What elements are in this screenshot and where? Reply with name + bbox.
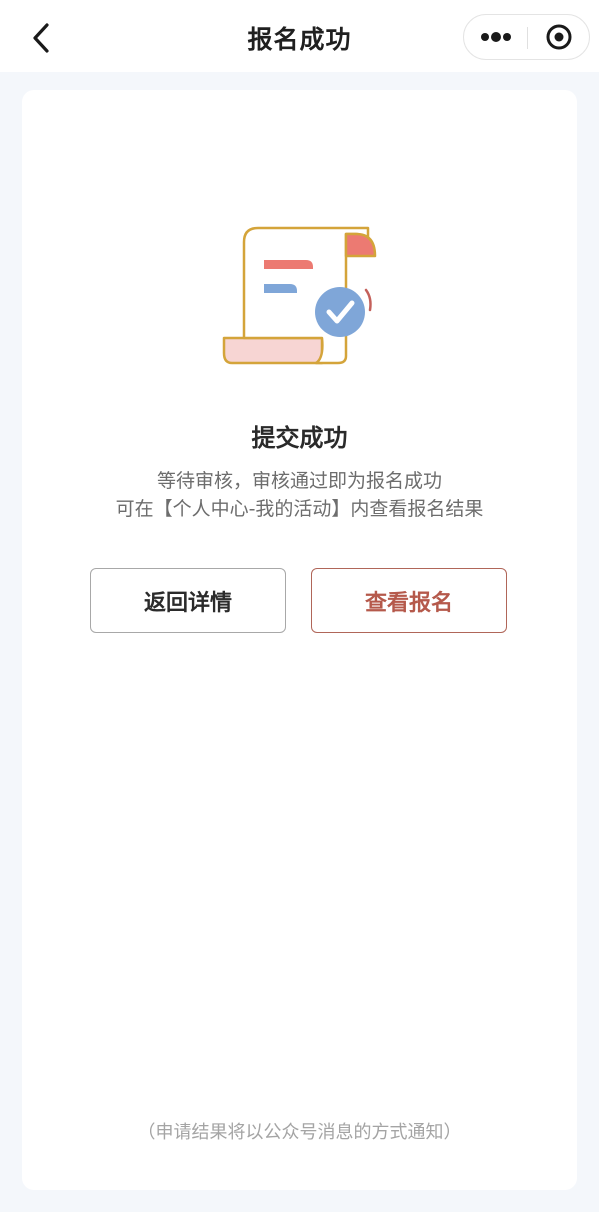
content-card: 提交成功 等待审核，审核通过即为报名成功 可在【个人中心-我的活动】内查看报名结… xyxy=(22,90,577,1190)
more-button[interactable] xyxy=(464,15,527,59)
back-to-details-button[interactable]: 返回详情 xyxy=(90,568,286,633)
more-dots-icon xyxy=(480,32,511,42)
mini-program-capsule xyxy=(463,14,590,60)
view-registration-button[interactable]: 查看报名 xyxy=(311,568,507,633)
navigation-bar: 报名成功 xyxy=(0,0,599,72)
notification-footnote: （申请结果将以公众号消息的方式通知） xyxy=(137,1122,462,1143)
review-hint-text: 等待审核，审核通过即为报名成功 xyxy=(156,470,442,492)
close-miniprogram-button[interactable] xyxy=(528,15,590,59)
success-title: 提交成功 xyxy=(251,423,348,452)
target-circle-icon xyxy=(546,24,572,50)
document-check-icon xyxy=(222,226,377,365)
result-location-text: 可在【个人中心-我的活动】内查看报名结果 xyxy=(115,498,484,520)
